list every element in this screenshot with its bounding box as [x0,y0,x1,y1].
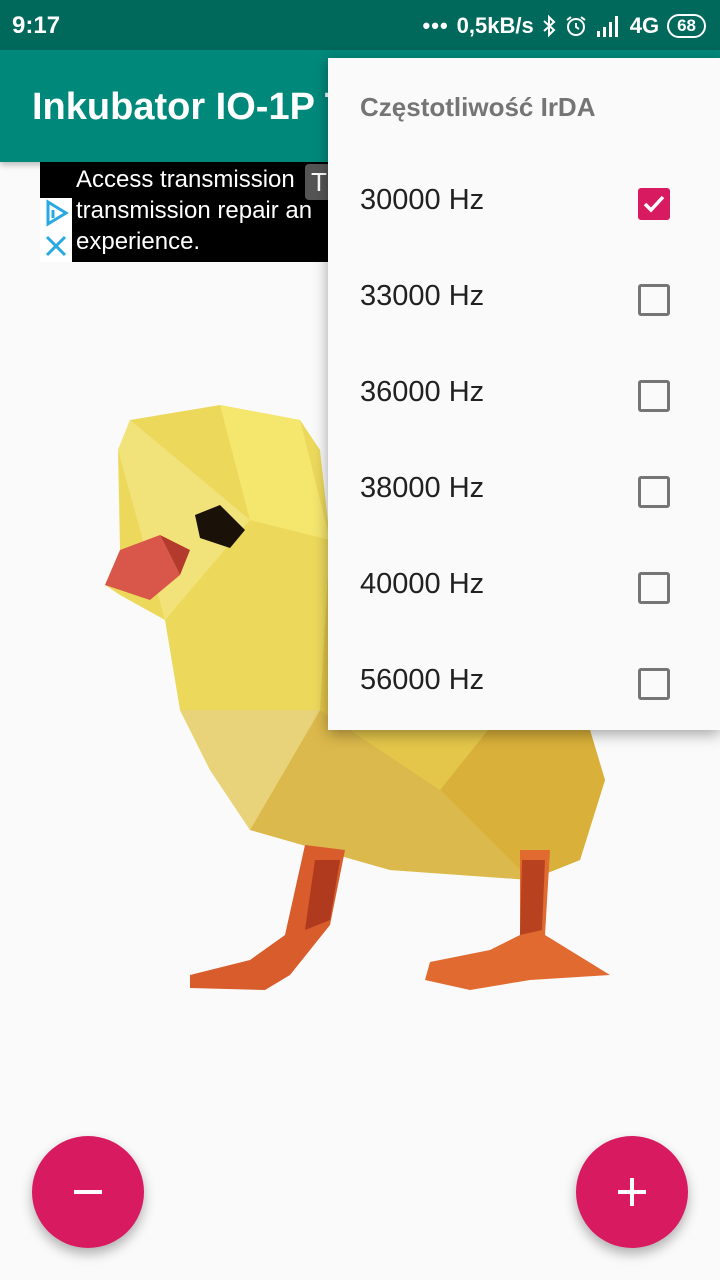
status-bar: 9:17 ••• 0,5kB/s 4G 68 [0,0,720,50]
checkbox[interactable] [638,284,670,316]
ad-text[interactable]: Access transmission transmission repair … [76,164,340,257]
ad-icons [40,198,72,262]
check-icon [643,195,665,213]
more-notifications-icon: ••• [422,13,449,38]
signal-icon [596,16,618,37]
bluetooth-icon [543,14,556,38]
menu-item-38000[interactable]: 38000 Hz [328,444,720,540]
menu-item-label: 56000 Hz [360,664,485,696]
checkbox[interactable] [638,572,670,604]
alarm-icon [566,16,586,36]
menu-item-40000[interactable]: 40000 Hz [328,540,720,636]
status-time: 9:17 [12,12,61,39]
app-title: Inkubator IO-1P Te [32,86,367,128]
menu-item-33000[interactable]: 33000 Hz [328,252,720,348]
menu-item-56000[interactable]: 56000 Hz [328,636,720,732]
menu-item-label: 33000 Hz [360,280,485,312]
ad-banner[interactable]: Access transmission transmission repair … [40,162,340,262]
ad-text-line: experience. [76,228,201,255]
plus-icon [618,1178,646,1206]
checkbox[interactable] [638,668,670,700]
close-icon[interactable] [40,232,72,262]
network-speed: 0,5kB/s [456,13,534,38]
minus-icon [74,1190,102,1194]
checkbox-checked[interactable] [638,188,670,220]
menu-item-30000[interactable]: 30000 Hz [328,156,720,252]
menu-item-label: 38000 Hz [360,472,485,504]
ad-choices-icon[interactable] [40,198,72,228]
irda-frequency-menu: Częstotliwość IrDA 30000 Hz 33000 Hz 360… [328,58,720,730]
menu-item-label: 40000 Hz [360,568,485,600]
increase-button[interactable] [576,1136,688,1248]
ad-text-line: Access transmission [76,166,295,193]
checkbox[interactable] [638,476,670,508]
battery-indicator: 68 [667,14,706,38]
checkbox[interactable] [638,380,670,412]
decrease-button[interactable] [32,1136,144,1248]
network-type: 4G [629,13,660,38]
status-icons: ••• 0,5kB/s 4G 68 [423,11,706,41]
menu-title: Częstotliwość IrDA [360,92,596,122]
menu-item-36000[interactable]: 36000 Hz [328,348,720,444]
ad-text-line: transmission repair an [76,197,313,224]
menu-item-label: 36000 Hz [360,376,485,408]
menu-item-label: 30000 Hz [360,184,485,216]
